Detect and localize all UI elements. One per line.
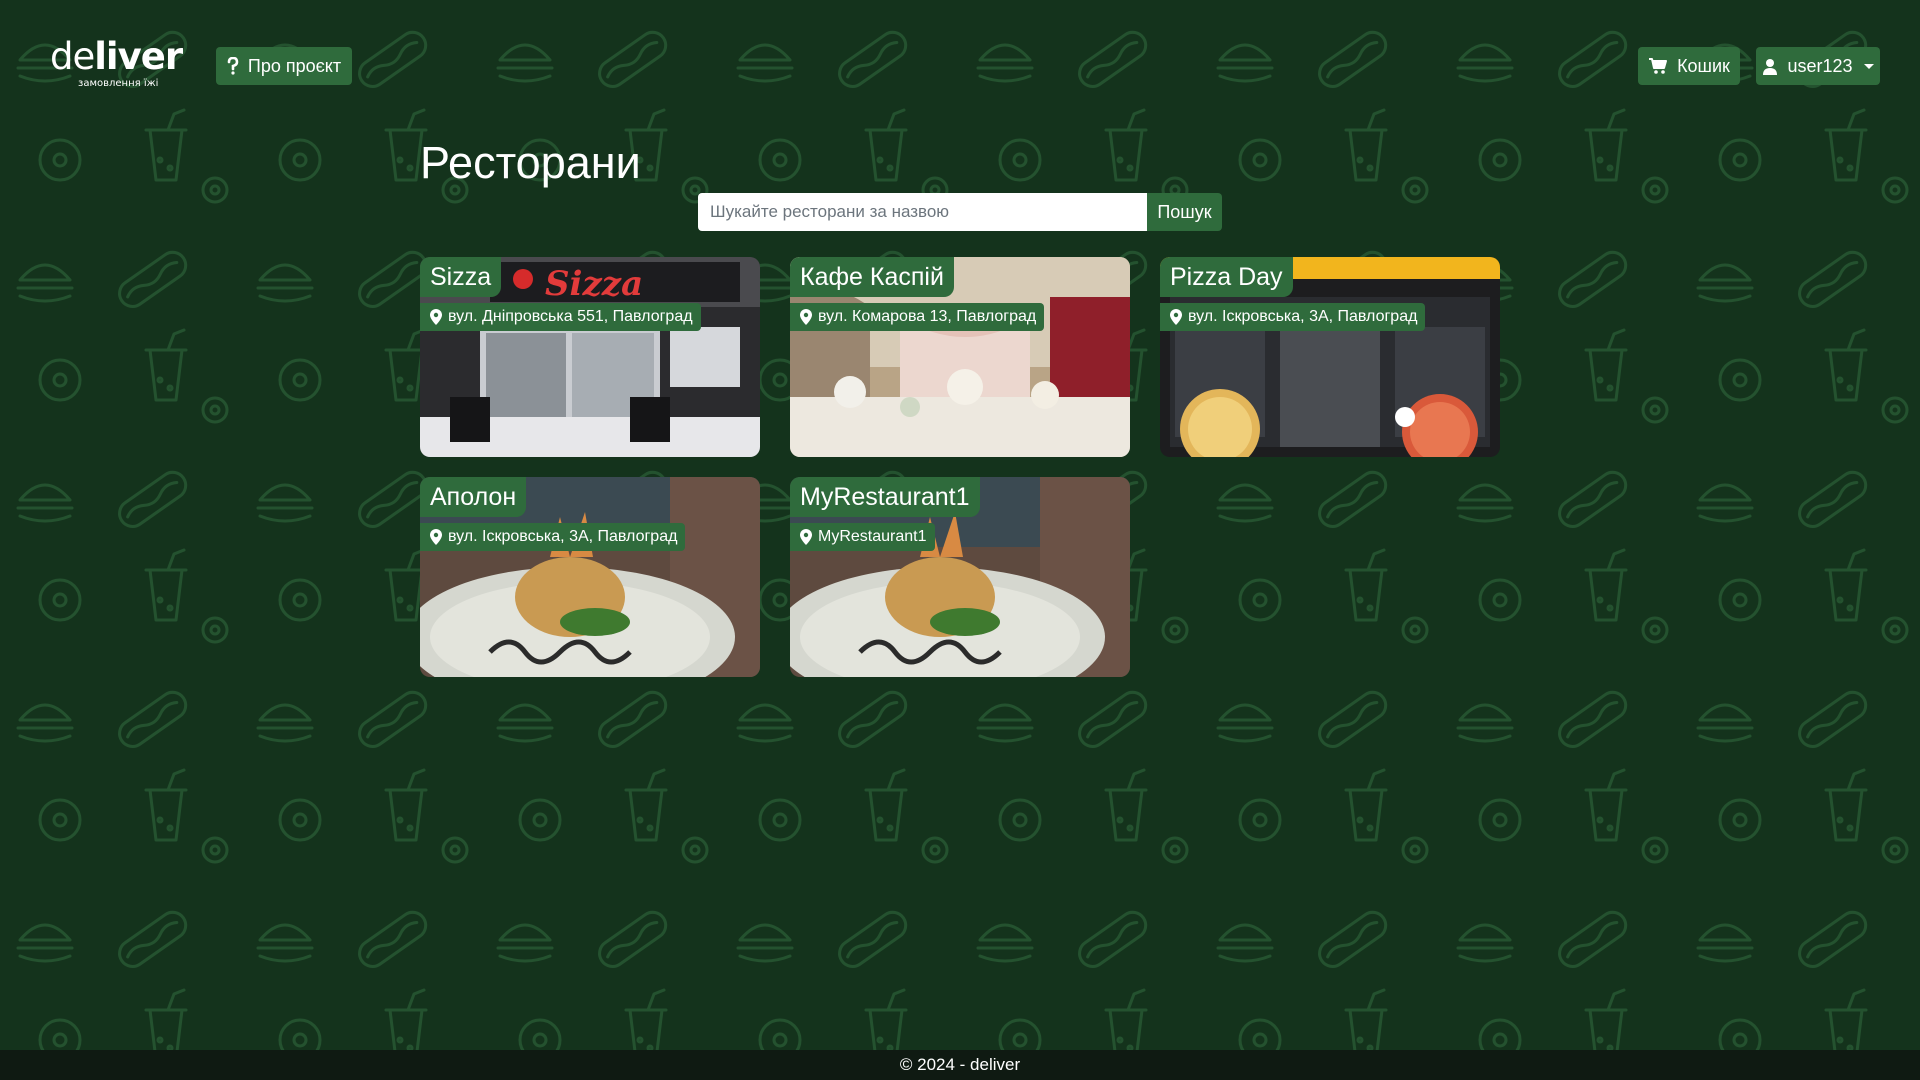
user-menu-button[interactable]: user123 [1756,47,1880,85]
restaurant-address-text: MyRestaurant1 [818,528,927,545]
user-name-label: user123 [1787,55,1853,76]
map-pin-icon [800,309,812,325]
cart-icon [1649,58,1668,74]
restaurant-address: вул. Іскровська, 3А, Павлоград [420,523,686,551]
restaurant-card[interactable]: Pizza Day вул. Іскровська, 3А, Павлоград [1160,257,1500,457]
search-button[interactable]: Пошук [1147,193,1222,231]
restaurant-card[interactable]: Кафе Каспій вул. Комарова 13, Павлоград [790,257,1130,457]
logo-part-de: de [50,35,95,78]
logo[interactable]: deliver замовлення їжі [50,36,185,92]
footer: © 2024 - deliver [0,1050,1920,1080]
restaurant-name: Sizza [420,257,502,297]
question-icon [227,57,239,75]
page-title: Ресторани [420,137,641,188]
restaurant-name: Кафе Каспій [790,257,954,297]
restaurant-name: Pizza Day [1160,257,1293,297]
restaurant-card[interactable]: Аполон вул. Іскровська, 3А, Павлоград [420,477,760,677]
logo-part-liver: liver [94,35,183,78]
map-pin-icon [1170,309,1182,325]
about-project-button[interactable]: Про проєкт [216,47,352,85]
caret-down-icon [1863,63,1874,69]
map-pin-icon [430,309,442,325]
about-project-label: Про проєкт [247,55,342,76]
restaurant-address: вул. Комарова 13, Павлоград [790,303,1045,331]
restaurant-address-text: вул. Іскровська, 3А, Павлоград [1188,308,1418,325]
restaurant-card[interactable]: MyRestaurant1 MyRestaurant1 [790,477,1130,677]
logo-subtitle: замовлення їжі [78,78,159,89]
restaurant-name: MyRestaurant1 [790,477,980,517]
restaurant-address-text: вул. Іскровська, 3А, Павлоград [448,528,678,545]
restaurant-card[interactable]: Sizza Sizza вул. Дніпровська 551, Павлог… [420,257,760,457]
search-input[interactable] [698,193,1147,231]
svg-text:Sizza: Sizza [545,264,643,304]
user-icon [1763,58,1778,75]
restaurant-address-text: вул. Комарова 13, Павлоград [818,308,1037,325]
map-pin-icon [430,529,442,545]
restaurant-address: вул. Дніпровська 551, Павлоград [420,303,701,331]
map-pin-icon [800,529,812,545]
footer-copyright: © 2024 - deliver [899,1055,1021,1074]
restaurant-address: вул. Іскровська, 3А, Павлоград [1160,303,1426,331]
restaurant-address: MyRestaurant1 [790,523,935,551]
cart-label: Кошик [1677,55,1730,76]
restaurant-address-text: вул. Дніпровська 551, Павлоград [448,308,693,325]
logo-wordmark: deliver [50,36,185,78]
cart-button[interactable]: Кошик [1638,47,1740,85]
restaurant-name: Аполон [420,477,527,517]
